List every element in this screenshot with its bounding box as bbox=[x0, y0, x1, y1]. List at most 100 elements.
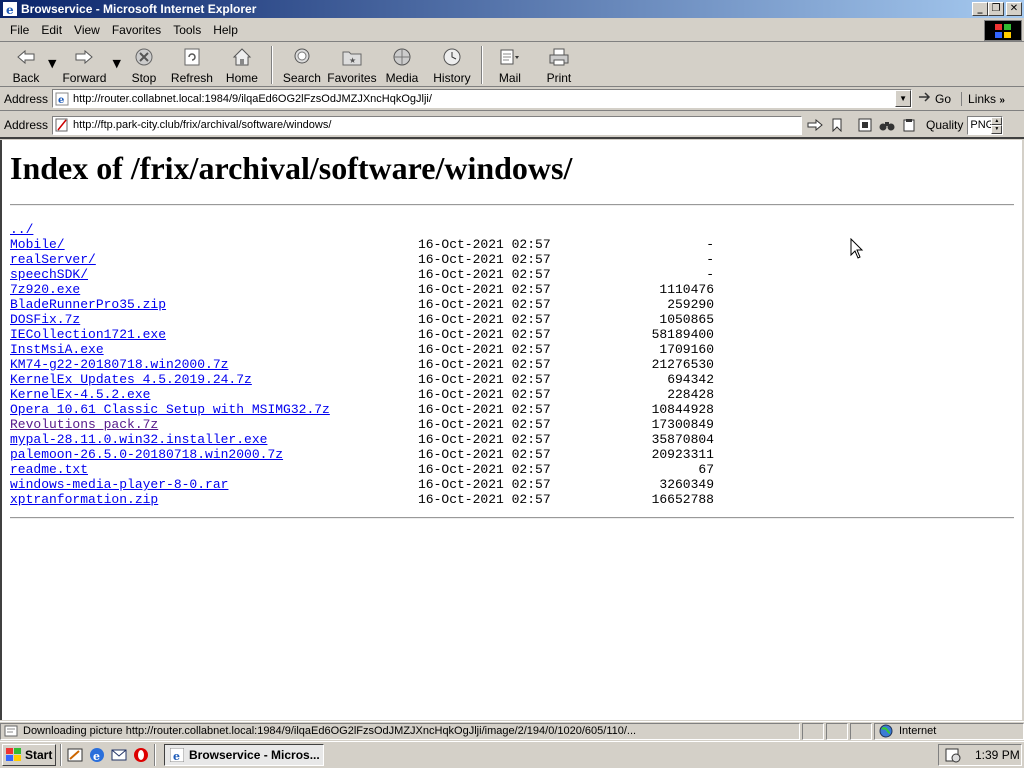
forward-button[interactable]: Forward bbox=[56, 43, 112, 87]
back-button[interactable]: Back bbox=[4, 43, 48, 87]
file-link[interactable]: realServer/ bbox=[10, 252, 96, 267]
listing-row: Mobile/16-Oct-2021 02:57 - bbox=[10, 237, 730, 252]
mail-button[interactable]: Mail bbox=[487, 43, 533, 87]
stop-icon bbox=[132, 46, 156, 68]
file-link[interactable]: IECollection1721.exe bbox=[10, 327, 166, 342]
parent-directory-link[interactable]: ../ bbox=[10, 222, 33, 237]
outlook-express-icon[interactable] bbox=[110, 746, 128, 764]
quality-down-icon[interactable]: ▼ bbox=[991, 125, 1003, 134]
file-link[interactable]: Mobile/ bbox=[10, 237, 65, 252]
menu-help[interactable]: Help bbox=[207, 23, 244, 37]
search-icon bbox=[290, 46, 314, 68]
binoculars-icon[interactable] bbox=[878, 116, 896, 134]
minimize-button[interactable]: _ bbox=[972, 2, 988, 16]
file-date: 16-Oct-2021 02:57 bbox=[418, 297, 551, 312]
file-date: 16-Oct-2021 02:57 bbox=[418, 357, 551, 372]
file-link[interactable]: BladeRunnerPro35.zip bbox=[10, 297, 166, 312]
file-link[interactable]: 7z920.exe bbox=[10, 282, 80, 297]
ie-quicklaunch-icon[interactable]: e bbox=[88, 746, 106, 764]
file-link[interactable]: InstMsiA.exe bbox=[10, 342, 104, 357]
file-link[interactable]: DOSFix.7z bbox=[10, 312, 80, 327]
title-bar[interactable]: e Browservice - Microsoft Internet Explo… bbox=[0, 0, 1024, 18]
status-message: Downloading picture http://router.collab… bbox=[0, 722, 800, 740]
links-button[interactable]: Links » bbox=[961, 91, 1005, 106]
file-size: - bbox=[706, 237, 714, 252]
opera-icon[interactable] bbox=[132, 746, 150, 764]
show-desktop-icon[interactable] bbox=[66, 746, 84, 764]
menu-edit[interactable]: Edit bbox=[35, 23, 68, 37]
svg-text:e: e bbox=[6, 3, 14, 16]
taskbar-item-browservice[interactable]: e Browservice - Micros... bbox=[164, 744, 324, 766]
menu-bar: File Edit View Favorites Tools Help bbox=[0, 19, 1024, 42]
ie-address-input[interactable]: e http://router.collabnet.local:1984/9/i… bbox=[52, 89, 913, 108]
favorites-folder-icon: ★ bbox=[340, 46, 364, 68]
listing-row: IECollection1721.exe 16-Oct-2021 02:57 581… bbox=[10, 327, 730, 342]
file-link[interactable]: KernelEx Updates 4.5.2019.24.7z bbox=[10, 372, 252, 387]
file-size: 1709160 bbox=[659, 342, 714, 357]
listing-row: DOSFix.7z 16-Oct-2021 02:57 1050865 bbox=[10, 312, 730, 327]
page-warning-icon bbox=[55, 118, 69, 132]
file-link[interactable]: readme.txt bbox=[10, 462, 88, 477]
listing-row: mypal-28.11.0.win32.installer.exe 16-Oct-… bbox=[10, 432, 730, 447]
bookmark-icon[interactable] bbox=[828, 116, 846, 134]
quality-selector[interactable]: PNG ▲ ▼ bbox=[967, 115, 1004, 135]
security-zone[interactable]: Internet bbox=[874, 722, 1024, 740]
home-button[interactable]: Home bbox=[217, 43, 267, 87]
quality-up-icon[interactable]: ▲ bbox=[991, 116, 1003, 125]
home-icon bbox=[230, 46, 254, 68]
file-size: 16652788 bbox=[651, 492, 714, 507]
close-button[interactable]: ✕ bbox=[1006, 2, 1022, 16]
scheduler-icon[interactable] bbox=[945, 747, 961, 763]
windows-flag-icon bbox=[6, 748, 21, 761]
go-arrow-icon[interactable] bbox=[806, 116, 824, 134]
svg-text:e: e bbox=[173, 750, 180, 762]
file-link[interactable]: palemoon-26.5.0-20180718.win2000.7z bbox=[10, 447, 283, 462]
print-button[interactable]: Print bbox=[533, 43, 585, 87]
history-button[interactable]: History bbox=[427, 43, 477, 87]
listing-row: readme.txt 16-Oct-2021 02:57 67 bbox=[10, 462, 730, 477]
menu-tools[interactable]: Tools bbox=[167, 23, 207, 37]
browservice-address-input[interactable]: http://ftp.park-city.club/frix/archival/… bbox=[52, 115, 803, 135]
listing-row: InstMsiA.exe 16-Oct-2021 02:57 1709160 bbox=[10, 342, 730, 357]
quality-label: Quality bbox=[926, 118, 964, 132]
browservice-address-label: Address bbox=[4, 118, 49, 132]
toolbar-separator bbox=[480, 46, 483, 84]
forward-dropdown-icon[interactable]: ▼ bbox=[112, 57, 120, 70]
file-link[interactable]: mypal-28.11.0.win32.installer.exe bbox=[10, 432, 267, 447]
file-link[interactable]: Revolutions pack.7z bbox=[10, 417, 158, 432]
listing-row: ../ bbox=[10, 222, 730, 237]
file-date: 16-Oct-2021 02:57 bbox=[418, 267, 551, 282]
listing-row: speechSDK/16-Oct-2021 02:57 - bbox=[10, 267, 730, 282]
mouse-cursor-icon bbox=[850, 237, 864, 260]
menu-favorites[interactable]: Favorites bbox=[106, 23, 167, 37]
favorites-button[interactable]: ★ Favorites bbox=[327, 43, 377, 87]
refresh-button[interactable]: Refresh bbox=[167, 43, 217, 87]
forward-arrow-icon bbox=[72, 46, 96, 68]
file-link[interactable]: KM74-g22-20180718.win2000.7z bbox=[10, 357, 228, 372]
clock[interactable]: 1:39 PM bbox=[975, 748, 1020, 762]
internet-globe-icon bbox=[879, 724, 893, 738]
search-button[interactable]: Search bbox=[277, 43, 327, 87]
media-button[interactable]: Media bbox=[377, 43, 427, 87]
file-link[interactable]: KernelEx-4.5.2.exe bbox=[10, 387, 150, 402]
go-button[interactable]: Go bbox=[918, 91, 951, 106]
status-lock-cell bbox=[826, 722, 848, 740]
start-button[interactable]: Start bbox=[2, 744, 56, 766]
find-text-icon[interactable] bbox=[856, 116, 874, 134]
listing-row: 7z920.exe 16-Oct-2021 02:57 1110476 bbox=[10, 282, 730, 297]
menu-view[interactable]: View bbox=[68, 23, 106, 37]
address-dropdown-icon[interactable]: ▼ bbox=[895, 90, 912, 107]
directory-listing: ../Mobile/16-Oct-2021 02:57- realServer/1… bbox=[10, 222, 730, 507]
browservice-address-bar: Address http://ftp.park-city.club/frix/a… bbox=[0, 113, 1024, 139]
file-link[interactable]: speechSDK/ bbox=[10, 267, 88, 282]
listing-row: windows-media-player-8-0.rar 16-Oct-2021 … bbox=[10, 477, 730, 492]
back-dropdown-icon[interactable]: ▼ bbox=[48, 57, 56, 70]
stop-button[interactable]: Stop bbox=[121, 43, 167, 87]
clipboard-icon[interactable] bbox=[900, 116, 918, 134]
file-link[interactable]: windows-media-player-8-0.rar bbox=[10, 477, 228, 492]
restore-button[interactable]: ❐ bbox=[988, 2, 1004, 16]
ie-address-url: http://router.collabnet.local:1984/9/ilq… bbox=[73, 92, 432, 105]
file-link[interactable]: Opera_10.61_Classic_Setup_with_MSIMG32.7… bbox=[10, 402, 330, 417]
menu-file[interactable]: File bbox=[4, 23, 35, 37]
file-link[interactable]: xptranformation.zip bbox=[10, 492, 158, 507]
